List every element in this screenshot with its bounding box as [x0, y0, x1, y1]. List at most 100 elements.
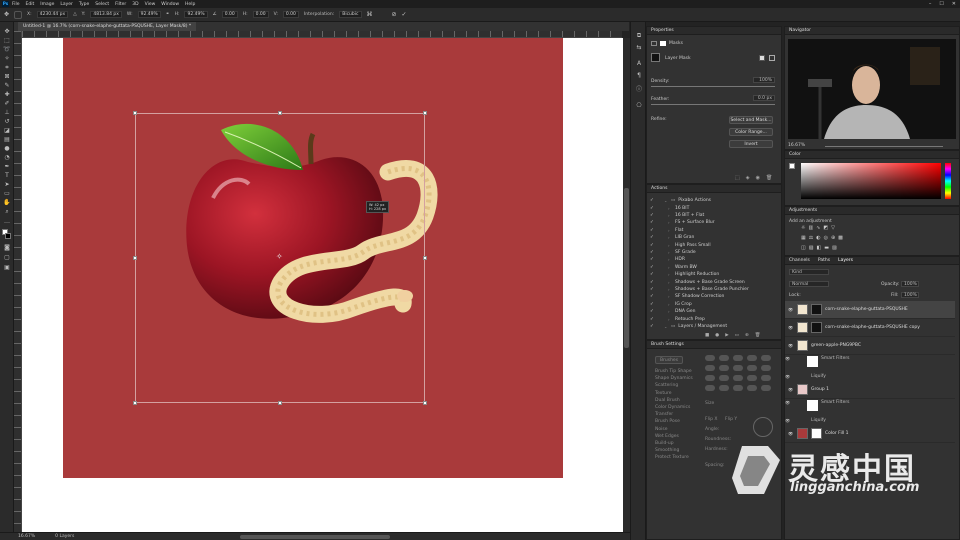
black-white-icon[interactable]: ◐: [816, 235, 820, 241]
layer-row[interactable]: 👁 green-apple-PNG9PBC: [785, 337, 955, 355]
zoom-tool-icon[interactable]: ⌕: [3, 208, 11, 215]
commit-transform-icon[interactable]: ✓: [402, 11, 407, 18]
levels-icon[interactable]: ▥: [808, 225, 813, 231]
magic-wand-tool-icon[interactable]: ✧: [3, 55, 11, 62]
brush-setting-item[interactable]: Dual Brush: [655, 398, 680, 403]
channel-mixer-icon[interactable]: ⊕: [831, 235, 835, 241]
layer-thumbnail[interactable]: [797, 304, 808, 315]
canvas[interactable]: ✧ W: 42 px H: 228 px: [22, 38, 623, 532]
layer-thumbnail[interactable]: [797, 428, 808, 439]
layer-thumbnail[interactable]: [797, 340, 808, 351]
eyedropper-tool-icon[interactable]: ✎: [3, 82, 11, 89]
brightness-icon[interactable]: ☼: [801, 225, 805, 231]
action-check-icon[interactable]: ✓: [650, 302, 654, 307]
action-check-icon[interactable]: ✓: [650, 317, 654, 322]
density-slider[interactable]: [651, 86, 775, 87]
frame-tool-icon[interactable]: ⊠: [3, 73, 11, 80]
vibrance-icon[interactable]: ▽: [831, 225, 835, 231]
density-field[interactable]: 100%: [753, 77, 775, 83]
background-color-swatch[interactable]: [5, 233, 11, 239]
layer-row[interactable]: 👁 corn-snake-elaphe-guttata-PSQUSHE copy: [785, 319, 955, 337]
close-icon[interactable]: ✕: [952, 1, 956, 7]
visibility-eye-icon[interactable]: 👁: [788, 307, 794, 312]
flip-x-checkbox[interactable]: Flip X: [705, 417, 717, 422]
gradient-tool-icon[interactable]: ▤: [3, 136, 11, 143]
info-icon[interactable]: ⓘ: [635, 86, 643, 93]
x-field[interactable]: 4230.44 px: [36, 11, 69, 18]
layer-thumbnail[interactable]: [797, 384, 808, 395]
action-check-icon[interactable]: ✓: [650, 243, 654, 248]
visibility-eye-icon[interactable]: 👁: [785, 356, 791, 361]
tab-layers[interactable]: Layers: [838, 257, 853, 264]
reference-point-icon[interactable]: ✧: [276, 252, 283, 261]
v-skew-field[interactable]: 0.00: [282, 11, 299, 18]
pen-tool-icon[interactable]: ✒: [3, 163, 11, 170]
action-item[interactable]: ✓ › Highlight Reduction: [647, 271, 783, 278]
chevron-right-icon[interactable]: ›: [668, 220, 672, 225]
action-item[interactable]: ✓ › IG Crop: [647, 301, 783, 308]
action-item[interactable]: ✓ › FS + Surface Blur: [647, 219, 783, 226]
visibility-eye-icon[interactable]: 👁: [785, 374, 791, 379]
chevron-right-icon[interactable]: ›: [668, 235, 672, 240]
action-check-icon[interactable]: ✓: [650, 220, 654, 225]
curves-icon[interactable]: ∿: [816, 225, 820, 231]
vertical-scroll-thumb[interactable]: [624, 188, 629, 348]
transform-handle-l[interactable]: [133, 256, 137, 260]
exposure-icon[interactable]: ◩: [823, 225, 828, 231]
minimize-icon[interactable]: –: [929, 1, 932, 7]
transform-handle-t[interactable]: [278, 111, 282, 115]
interpolation-select[interactable]: Bicubic: [339, 11, 362, 18]
move-tool-icon[interactable]: ✥: [3, 28, 11, 35]
layer-row[interactable]: 👁 Smart Filters: [785, 355, 955, 367]
color-lookup-icon[interactable]: ▩: [838, 235, 843, 241]
3d-icon[interactable]: ⎔: [635, 102, 643, 109]
invert-adjustment-icon[interactable]: ◫: [801, 245, 806, 251]
action-check-icon[interactable]: ✓: [650, 228, 654, 233]
brush-setting-item[interactable]: Scattering: [655, 383, 678, 388]
chevron-right-icon[interactable]: ›: [668, 206, 672, 211]
warp-icon[interactable]: ⌘: [367, 11, 373, 18]
brush-setting-item[interactable]: Color Dynamics: [655, 405, 690, 410]
brush-setting-item[interactable]: Brush Pose: [655, 419, 680, 424]
chevron-right-icon[interactable]: ›: [668, 228, 672, 233]
blur-tool-icon[interactable]: ●: [3, 145, 11, 152]
transform-handle-b[interactable]: [278, 401, 282, 405]
blend-mode-select[interactable]: Normal: [789, 281, 829, 287]
brush-setting-item[interactable]: Transfer: [655, 412, 673, 417]
pixel-mask-icon[interactable]: [651, 41, 657, 46]
crop-tool-icon[interactable]: ⌗: [3, 64, 11, 71]
transform-handle-tr[interactable]: [423, 111, 427, 115]
chevron-right-icon[interactable]: ›: [668, 317, 672, 322]
action-check-icon[interactable]: ✓: [650, 265, 654, 270]
visibility-eye-icon[interactable]: 👁: [788, 431, 794, 436]
action-check-icon[interactable]: ✓: [650, 324, 654, 329]
select-and-mask-button[interactable]: Select and Mask...: [729, 116, 773, 124]
reference-point-icon[interactable]: [14, 10, 23, 19]
hue-slider[interactable]: [945, 163, 951, 199]
posterize-icon[interactable]: ▧: [809, 245, 814, 251]
relative-position-icon[interactable]: △: [73, 12, 76, 17]
record-icon[interactable]: ●: [715, 333, 719, 338]
menu-view[interactable]: View: [145, 2, 156, 7]
menu-select[interactable]: Select: [95, 2, 109, 7]
brush-setting-item[interactable]: Protect Texture: [655, 455, 689, 460]
menu-3d[interactable]: 3D: [132, 2, 138, 7]
navigator-zoom[interactable]: 16.67%: [788, 143, 805, 148]
menu-layer[interactable]: Layer: [60, 2, 73, 7]
menu-window[interactable]: Window: [161, 2, 179, 7]
brush-setting-item[interactable]: Texture: [655, 391, 671, 396]
action-check-icon[interactable]: ✓: [650, 206, 654, 211]
chevron-down-icon[interactable]: ⌄: [664, 324, 668, 329]
horizontal-scroll-thumb[interactable]: [240, 535, 390, 539]
action-item[interactable]: ✓ › Warm BW: [647, 264, 783, 271]
menu-type[interactable]: Type: [79, 2, 89, 7]
history-icon[interactable]: ⧉: [635, 32, 643, 39]
lasso-tool-icon[interactable]: ➰: [3, 46, 11, 53]
action-item[interactable]: ✓ › LIB Gran: [647, 234, 783, 241]
chevron-right-icon[interactable]: ›: [668, 294, 672, 299]
chevron-right-icon[interactable]: ›: [668, 287, 672, 292]
action-item[interactable]: ✓ › Flat: [647, 227, 783, 234]
dodge-tool-icon[interactable]: ◔: [3, 154, 11, 161]
chevron-right-icon[interactable]: ›: [668, 265, 672, 270]
rectangle-tool-icon[interactable]: ▭: [3, 190, 11, 197]
